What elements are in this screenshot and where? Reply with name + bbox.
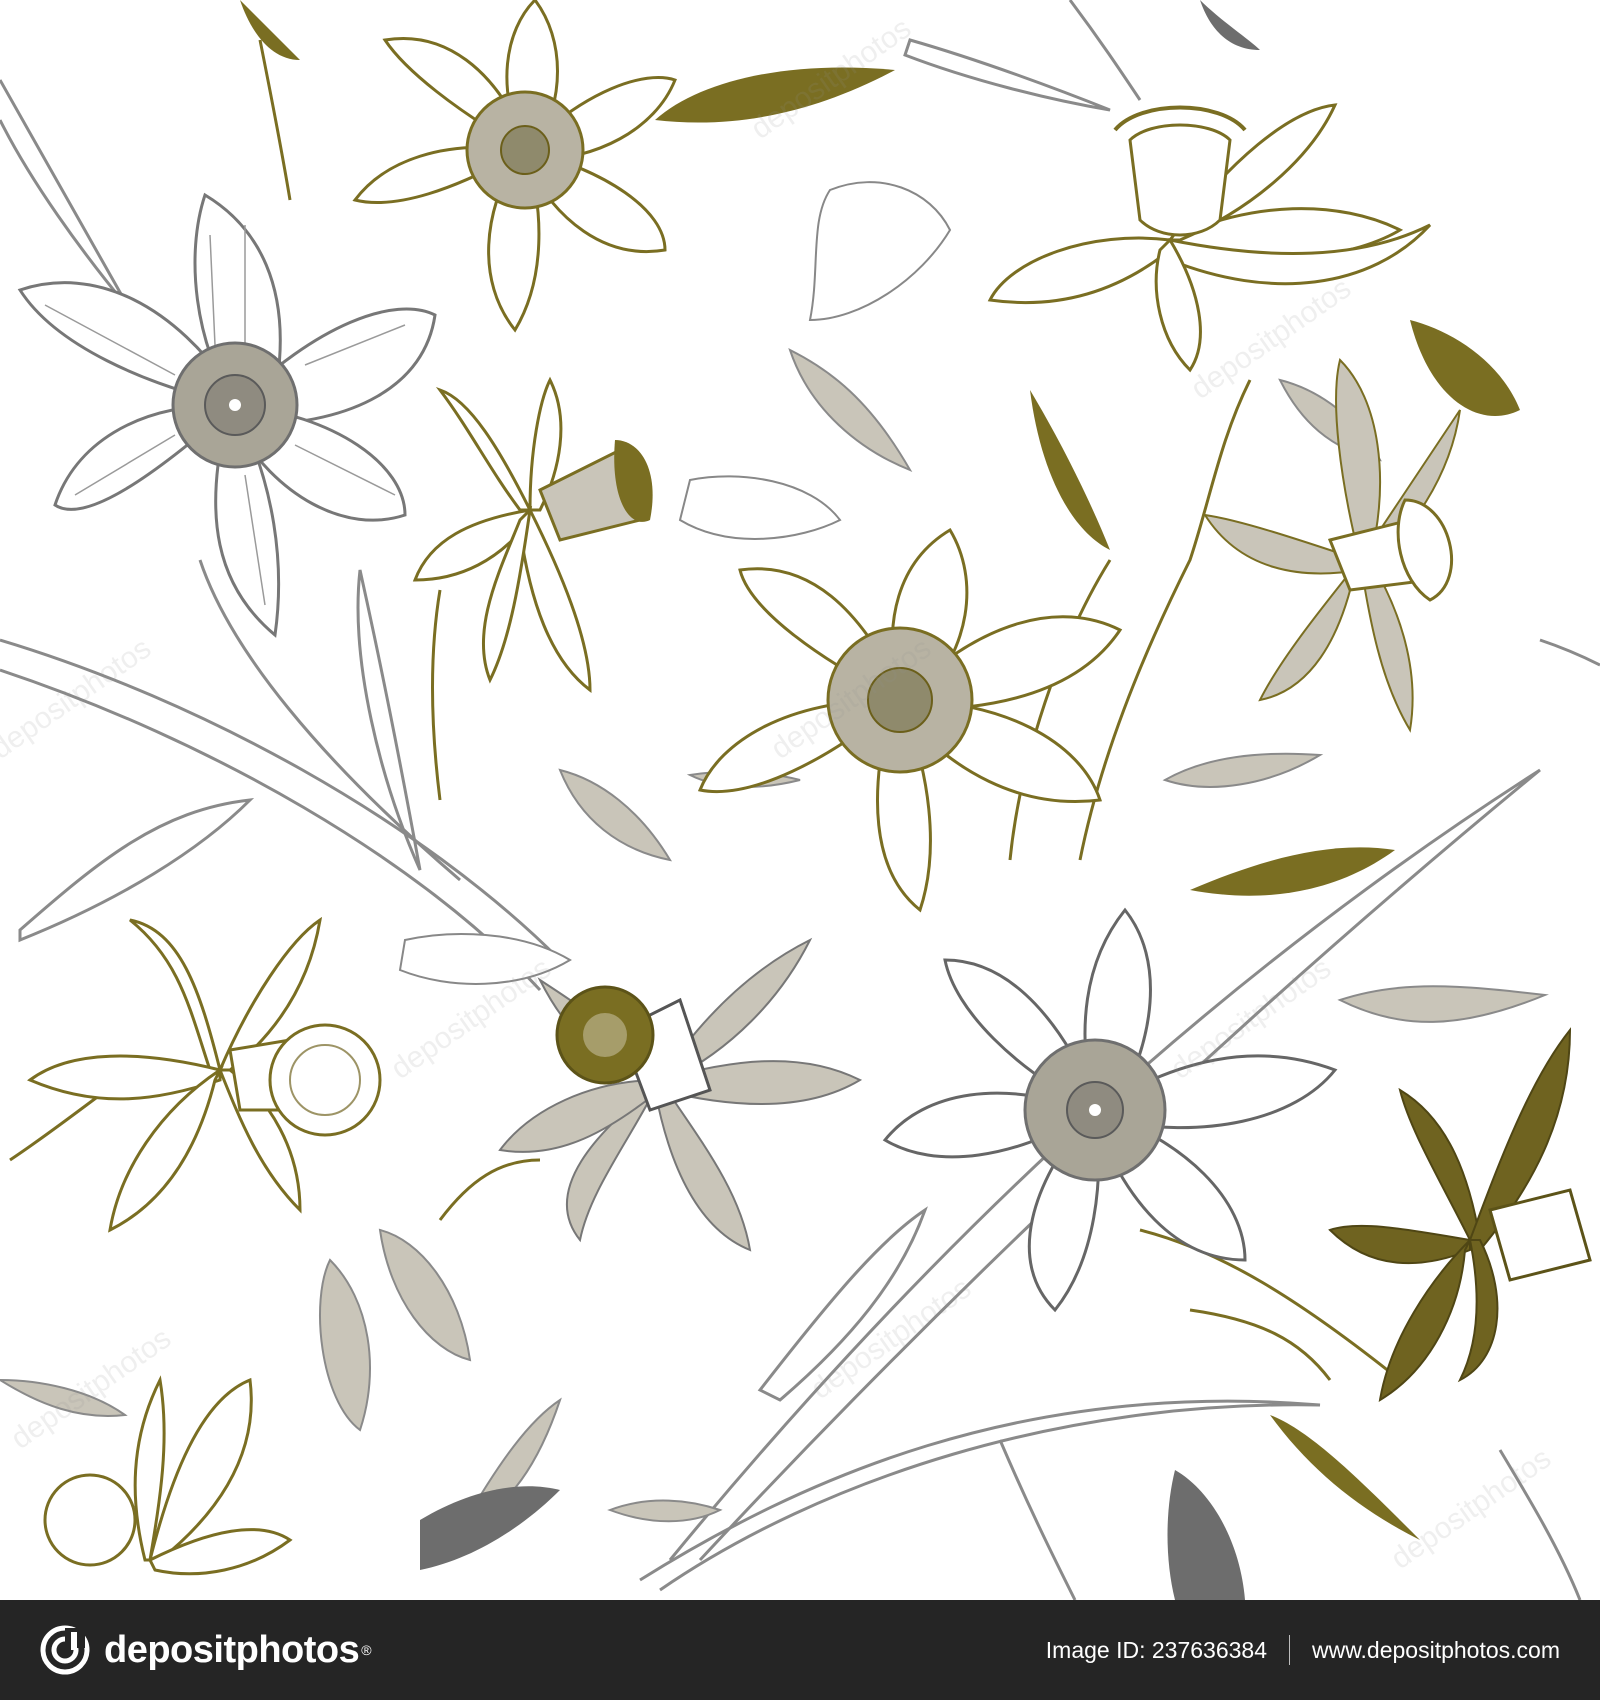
depositphotos-logo-icon xyxy=(40,1625,90,1675)
brand-name: depositphotos ® xyxy=(104,1628,372,1671)
grey-bud-top xyxy=(398,181,952,985)
white-daffodil-bottom-right xyxy=(882,907,1338,1313)
svg-text:depositphotos: depositphotos xyxy=(1185,272,1357,406)
svg-text:depositphotos: depositphotos xyxy=(805,1272,977,1406)
daffodil-pattern-illustration: depositphotos depositphotos depositphoto… xyxy=(0,0,1600,1600)
svg-text:depositphotos: depositphotos xyxy=(0,632,157,766)
registered-mark: ® xyxy=(361,1642,372,1659)
footer-info: Image ID: 237636384 www.depositphotos.co… xyxy=(1046,1635,1560,1665)
grey-daffodil-bottom-center xyxy=(498,937,863,1252)
olive-daffodil-center xyxy=(697,527,1123,913)
depositphotos-logo[interactable]: depositphotos ® xyxy=(40,1625,372,1675)
olive-daffodil-middle-left xyxy=(412,376,653,694)
olive-daffodil-top-right xyxy=(987,103,1432,373)
olive-daffodil-lower-left xyxy=(27,916,382,1233)
watermark-footer-bar: depositphotos ® Image ID: 237636384 www.d… xyxy=(0,1600,1600,1700)
daffodil-pattern-svg: depositphotos depositphotos depositphoto… xyxy=(0,0,1600,1600)
footer-divider xyxy=(1288,1635,1290,1665)
white-daffodil-top-left xyxy=(17,192,437,638)
svg-text:depositphotos: depositphotos xyxy=(1385,1442,1557,1576)
stock-image-page: depositphotos depositphotos depositphoto… xyxy=(0,0,1600,1700)
site-url[interactable]: www.depositphotos.com xyxy=(1312,1637,1560,1664)
image-id: Image ID: 237636384 xyxy=(1045,1636,1267,1663)
olive-daffodil-top-center xyxy=(352,0,677,333)
olive-solid-daffodil-right-edge xyxy=(1328,1027,1592,1402)
